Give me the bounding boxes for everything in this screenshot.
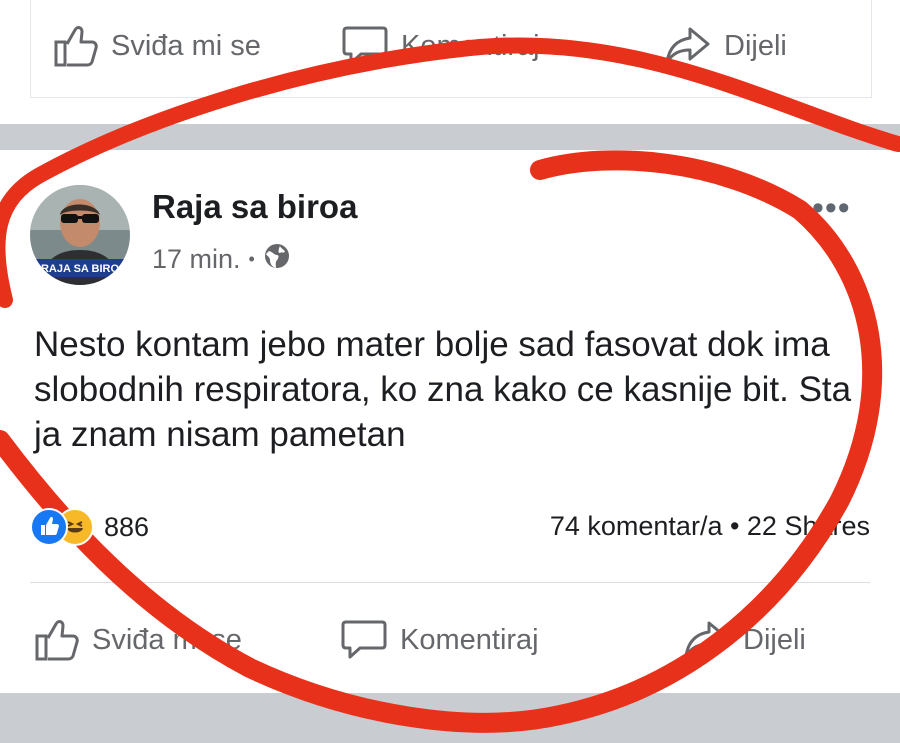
like-icon (30, 508, 68, 546)
feed-separator (0, 124, 900, 150)
post-text: Nesto kontam jebo mater bolje sad fasova… (34, 325, 852, 454)
share-label: Dijeli (743, 623, 806, 656)
comment-button[interactable]: Komentiraj (341, 11, 540, 81)
share-button[interactable]: Dijeli (683, 605, 806, 675)
post-time[interactable]: 17 min. (152, 244, 241, 275)
like-label: Sviđa mi se (92, 623, 242, 656)
post-stats: 886 74 komentar/a • 22 Shares (30, 508, 870, 548)
thumbs-up-icon (53, 24, 99, 68)
post-card: RAJA SA BIRO Raja sa biroa 17 min. • •••… (0, 150, 900, 693)
like-label: Sviđa mi se (111, 29, 261, 62)
post-meta: 17 min. • (152, 242, 291, 277)
share-arrow-icon (664, 25, 712, 67)
like-button[interactable]: Sviđa mi se (34, 605, 242, 675)
comment-button[interactable]: Komentiraj (340, 605, 539, 675)
comment-bubble-icon (340, 618, 388, 662)
avatar[interactable]: RAJA SA BIRO (30, 185, 130, 285)
like-button[interactable]: Sviđa mi se (53, 11, 261, 81)
post-action-bar: Sviđa mi se Komentiraj Dijeli (0, 605, 900, 675)
share-arrow-icon (683, 619, 731, 661)
more-options-icon[interactable]: ••• (812, 191, 851, 225)
meta-separator: • (248, 249, 255, 269)
share-label: Dijeli (724, 29, 787, 62)
feed-separator-bottom (0, 693, 900, 743)
avatar-caption: RAJA SA BIRO (41, 263, 119, 275)
reactions-summary[interactable]: 886 (30, 508, 149, 546)
thumbs-up-icon (34, 618, 80, 662)
comments-shares-count[interactable]: 74 komentar/a • 22 Shares (550, 511, 870, 542)
globe-icon (263, 242, 291, 277)
previous-post-action-bar: Sviđa mi se Komentiraj Dijeli (31, 11, 871, 81)
comment-label: Komentiraj (401, 29, 540, 62)
author-name[interactable]: Raja sa biroa (152, 188, 357, 226)
previous-post-card: Sviđa mi se Komentiraj Dijeli (30, 0, 872, 98)
divider (30, 582, 870, 583)
reaction-count: 886 (104, 511, 150, 542)
comment-bubble-icon (341, 24, 389, 68)
comment-label: Komentiraj (400, 623, 539, 656)
share-button[interactable]: Dijeli (664, 11, 787, 81)
